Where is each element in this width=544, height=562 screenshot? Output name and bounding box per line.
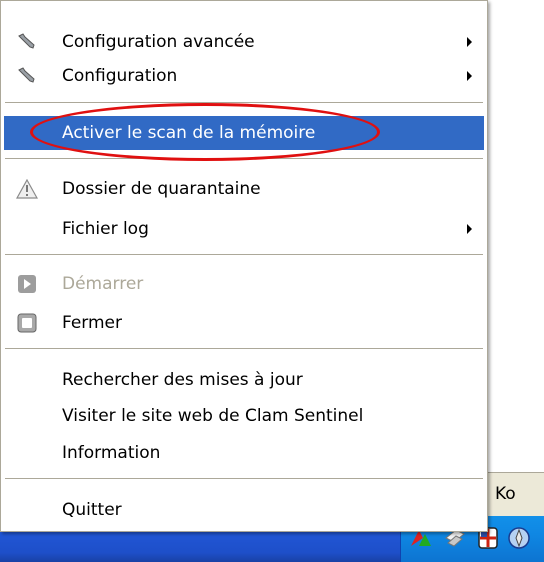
menu-item-configuration-avancee[interactable]: Configuration avancée bbox=[4, 25, 484, 59]
menu-item-fermer[interactable]: Fermer bbox=[4, 306, 484, 340]
menu-item-label: Activer le scan de la mémoire bbox=[62, 123, 316, 143]
menu-separator bbox=[5, 254, 483, 255]
submenu-arrow-icon bbox=[467, 224, 472, 234]
menu-item-label: Rechercher des mises à jour bbox=[62, 370, 303, 390]
menu-item-configuration[interactable]: Configuration bbox=[4, 59, 484, 93]
submenu-arrow-icon bbox=[467, 37, 472, 47]
menu-item-label: Quitter bbox=[62, 500, 122, 520]
menu-item-fichier-log[interactable]: Fichier log bbox=[4, 212, 484, 246]
warning-icon bbox=[16, 179, 38, 199]
menu-item-label: Fermer bbox=[62, 313, 123, 333]
menu-item-information[interactable]: Information bbox=[4, 436, 484, 470]
menu-separator bbox=[5, 348, 483, 349]
wrench-icon bbox=[18, 67, 35, 83]
context-menu: Configuration avancée Configuration Acti… bbox=[0, 0, 488, 532]
menu-separator bbox=[5, 102, 483, 103]
menu-item-label: Visiter le site web de Clam Sentinel bbox=[62, 406, 364, 426]
stop-icon bbox=[17, 313, 37, 333]
menu-item-visiter-site-web[interactable]: Visiter le site web de Clam Sentinel bbox=[4, 399, 484, 433]
menu-item-rechercher-mises-a-jour[interactable]: Rechercher des mises à jour bbox=[4, 363, 484, 397]
menu-item-label: Dossier de quarantaine bbox=[62, 179, 261, 199]
menu-separator bbox=[5, 158, 483, 159]
update-tray-icon[interactable] bbox=[507, 526, 531, 550]
menu-item-label: Fichier log bbox=[62, 219, 149, 239]
menu-item-label: Configuration bbox=[62, 66, 178, 86]
menu-item-quitter[interactable]: Quitter bbox=[4, 493, 484, 527]
menu-item-demarrer[interactable]: Démarrer bbox=[4, 267, 484, 301]
menu-item-dossier-quarantaine[interactable]: Dossier de quarantaine bbox=[4, 172, 484, 206]
submenu-arrow-icon bbox=[467, 71, 472, 81]
status-text: Ko bbox=[495, 484, 516, 504]
menu-item-activer-scan-memoire[interactable]: Activer le scan de la mémoire bbox=[4, 116, 484, 150]
wrench-icon bbox=[18, 33, 35, 49]
menu-separator bbox=[5, 478, 483, 479]
play-icon bbox=[18, 275, 36, 293]
menu-item-label: Configuration avancée bbox=[62, 32, 255, 52]
menu-item-label: Information bbox=[62, 443, 161, 463]
menu-item-label: Démarrer bbox=[62, 274, 144, 294]
